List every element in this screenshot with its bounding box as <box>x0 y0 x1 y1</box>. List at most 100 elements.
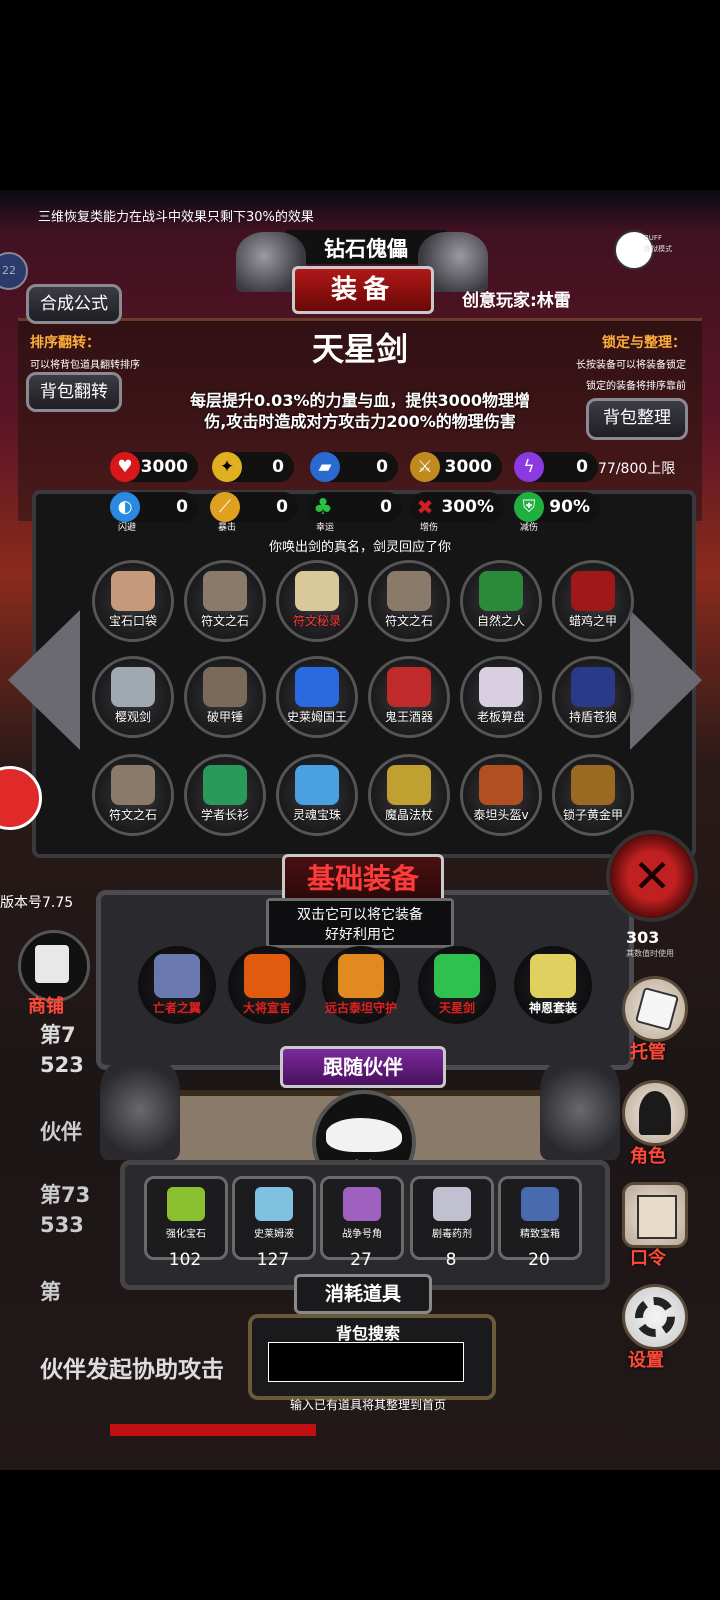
bg-line-1a: 第7 <box>40 1023 76 1047</box>
equip-icon <box>434 954 480 998</box>
stat-magic: ϟ 0 <box>514 452 598 482</box>
sort-flip-title: 排序翻转： <box>30 335 100 351</box>
basic-equip-slot[interactable]: 大将宣言 <box>228 946 306 1024</box>
close-button[interactable]: ✕ <box>606 830 698 922</box>
inventory-slot-label: 蜡鸡之甲 <box>568 614 617 628</box>
notification-badge[interactable]: 22 <box>0 252 28 290</box>
consumable-slot[interactable]: 强化宝石 <box>144 1176 228 1260</box>
basic-equip-label: 神恩套装 <box>528 1001 577 1015</box>
inventory-slot[interactable]: 破甲锤 <box>184 656 266 738</box>
consumable-count: 20 <box>528 1250 550 1270</box>
basic-equip-tip-line2: 好好利用它 <box>325 927 395 943</box>
basic-equip-label: 大将宣言 <box>242 1001 291 1015</box>
mode-badge[interactable]: BUFF 炼狱模式 <box>614 230 672 272</box>
inventory-slot[interactable]: 学者长衫 <box>184 754 266 836</box>
stat-crit-sub: 暴击 <box>218 523 237 533</box>
item-icon <box>571 571 615 611</box>
stat-crit-value: 0 <box>276 497 288 517</box>
inventory-slot[interactable]: 魔晶法杖 <box>368 754 450 836</box>
inventory-slot[interactable]: 自然之人 <box>460 560 542 642</box>
auto-manage-button[interactable] <box>622 976 688 1042</box>
inventory-slot-label: 破甲锤 <box>206 710 243 724</box>
equipment-tab[interactable]: 装备 <box>292 266 434 314</box>
inventory-slot[interactable]: 泰坦头盔v <box>460 754 542 836</box>
stat-damage-reduction: ⛨ 90% <box>514 492 600 522</box>
item-desc-line1: 每层提升0.03%的力量与血，提供3000物理增 <box>189 391 531 410</box>
sword-icon: ⚔ <box>410 452 440 482</box>
inventory-slot-label: 持盾苍狼 <box>568 710 617 724</box>
settings-button[interactable] <box>622 1284 688 1350</box>
shop-label: 商铺 <box>28 996 64 1017</box>
inventory-slot-label: 符文秘录 <box>292 614 341 628</box>
search-input[interactable] <box>268 1342 464 1382</box>
inventory-slot-label: 符文之石 <box>108 808 157 822</box>
inventory-slot[interactable]: 符文之石 <box>184 560 266 642</box>
consumable-label: 史莱姆液 <box>254 1229 294 1240</box>
inventory-slot[interactable]: 持盾苍狼 <box>552 656 634 738</box>
bg-line-3a: 第73 <box>40 1183 91 1207</box>
inventory-slot-label: 鬼王酒器 <box>384 710 433 724</box>
dice-icon <box>634 986 680 1032</box>
inventory-slot-label: 学者长衫 <box>200 808 249 822</box>
sort-flip-hint: 排序翻转： 可以将背包道具翻转排序 <box>30 332 140 371</box>
basic-equip-slot[interactable]: 天星剑 <box>418 946 496 1024</box>
next-page-arrow-icon[interactable] <box>630 610 702 750</box>
inventory-slot[interactable]: 锁子黄金甲 <box>552 754 634 836</box>
stat-strength: ✦ 0 <box>212 452 294 482</box>
inventory-slot[interactable]: 鬼王酒器 <box>368 656 450 738</box>
inventory-slot[interactable]: 樱观剑 <box>92 656 174 738</box>
basic-equip-slot[interactable]: 神恩套装 <box>514 946 592 1024</box>
mode-badge-top: BUFF <box>644 234 662 242</box>
strength-icon: ✦ <box>212 452 242 482</box>
basic-equip-slot[interactable]: 远古泰坦守护 <box>322 946 400 1024</box>
consumable-slot[interactable]: 史莱姆液 <box>232 1176 316 1260</box>
inventory-slot[interactable]: 符文之石 <box>368 560 450 642</box>
dolphin-icon <box>326 1118 402 1152</box>
bg-line-2: 伙伴 <box>40 1120 82 1144</box>
inventory-slot-label: 泰坦头盔v <box>473 808 529 822</box>
consumable-slot[interactable]: 精致宝箱 <box>498 1176 582 1260</box>
stat-damage-reduction-sub: 减伤 <box>520 523 539 533</box>
consumable-count: 8 <box>445 1250 457 1270</box>
bag-sort-button[interactable]: 背包整理 <box>586 398 688 440</box>
consumables-list: 强化宝石 102 史莱姆液 127 战争号角 27 剧毒药剂 8 精致宝箱 20 <box>0 190 720 1270</box>
inventory-slot-label: 魔晶法杖 <box>384 808 433 822</box>
inventory-slot[interactable]: 宝石口袋 <box>92 560 174 642</box>
basic-equip-slot[interactable]: 亡者之翼 <box>138 946 216 1024</box>
progress-bar-red <box>110 1424 316 1436</box>
consumables-title: 消耗道具 <box>294 1274 432 1314</box>
stat-attack: ⚔ 3000 <box>410 452 502 482</box>
item-flavor: 你唤出剑的真名，剑灵回应了你 <box>268 540 451 555</box>
consumable-icon <box>433 1187 471 1221</box>
character-button[interactable] <box>622 1080 688 1146</box>
password-button[interactable] <box>622 1182 688 1248</box>
consumable-icon <box>167 1187 205 1221</box>
bag-flip-button[interactable]: 背包翻转 <box>26 372 122 412</box>
inventory-slot[interactable]: 蜡鸡之甲 <box>552 560 634 642</box>
consumable-slot[interactable]: 战争号角 <box>320 1176 404 1260</box>
basic-equip-label: 天星剑 <box>438 1001 475 1015</box>
item-icon <box>295 765 339 805</box>
player-name: 创意玩家:林雷 <box>462 291 571 311</box>
consumable-slot[interactable]: 剧毒药剂 <box>410 1176 494 1260</box>
inventory-slot-label: 符文之石 <box>384 614 433 628</box>
inventory-slot[interactable]: 符文之石 <box>92 754 174 836</box>
basic-equip-label: 远古泰坦守护 <box>324 1001 397 1015</box>
inventory-slot[interactable]: 灵魂宝珠 <box>276 754 358 836</box>
stat-dodge-value: 0 <box>176 497 188 517</box>
auto-manage-label: 托管 <box>630 1042 666 1063</box>
lock-sort-desc1: 长按装备可以将装备锁定 <box>576 360 686 371</box>
inventory-slot[interactable]: 老板算盘 <box>460 656 542 738</box>
item-icon <box>387 765 431 805</box>
inventory-slot[interactable]: 符文秘录 <box>276 560 358 642</box>
consumable-count: 27 <box>350 1250 372 1270</box>
craft-formula-button[interactable]: 合成公式 <box>26 284 122 324</box>
stat-damage-reduction-value: 90% <box>549 497 590 517</box>
prev-page-arrow-icon[interactable] <box>8 610 80 750</box>
inventory-slot[interactable]: 史莱姆国王 <box>276 656 358 738</box>
stat-speed-value: 0 <box>376 457 388 477</box>
stat-magic-value: 0 <box>576 457 588 477</box>
hood-icon <box>639 1091 671 1135</box>
equip-icon <box>530 954 576 998</box>
companion-title: 跟随伙伴 <box>280 1046 446 1088</box>
